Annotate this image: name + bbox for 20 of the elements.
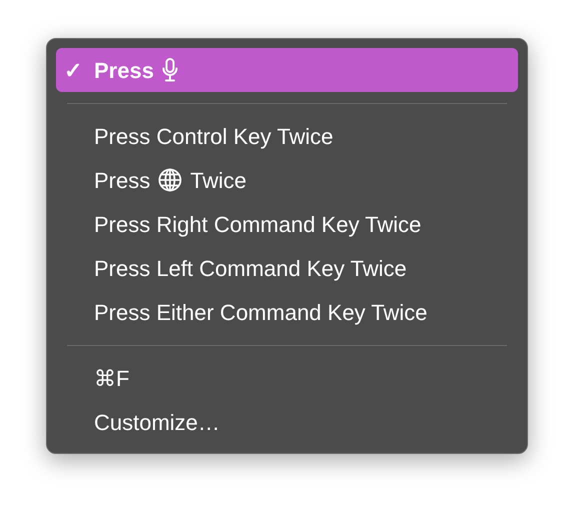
menu-item-label: Press Right Command Key Twice [94,210,422,239]
menu-item[interactable]: Customize… [56,400,518,444]
menu-item-label: Twice [190,166,246,194]
menu-item-label: Press Either Command Key Twice [94,298,428,327]
menu-item-label: ⌘F [94,364,130,392]
menu-item-label: Press Control Key Twice [94,122,334,151]
menu-item[interactable]: Press Control Key Twice [56,114,518,158]
checkmark-icon: ✓ [64,54,82,86]
menu-item-label: Press [94,166,150,194]
menu-item[interactable]: Press Either Command Key Twice [56,290,518,334]
menu-item-label: Press [94,56,154,84]
menu-item[interactable]: Press Twice [56,158,518,202]
menu-item-label: Customize… [94,408,220,436]
menu-item[interactable]: ✓ Press [56,48,518,92]
menu-item[interactable]: ⌘F [56,356,518,400]
microphone-icon [162,58,178,82]
menu-item-label: Press Left Command Key Twice [94,254,407,283]
menu-item[interactable]: Press Left Command Key Twice [56,246,518,290]
globe-icon [158,168,182,192]
menu-item[interactable]: Press Right Command Key Twice [56,202,518,246]
